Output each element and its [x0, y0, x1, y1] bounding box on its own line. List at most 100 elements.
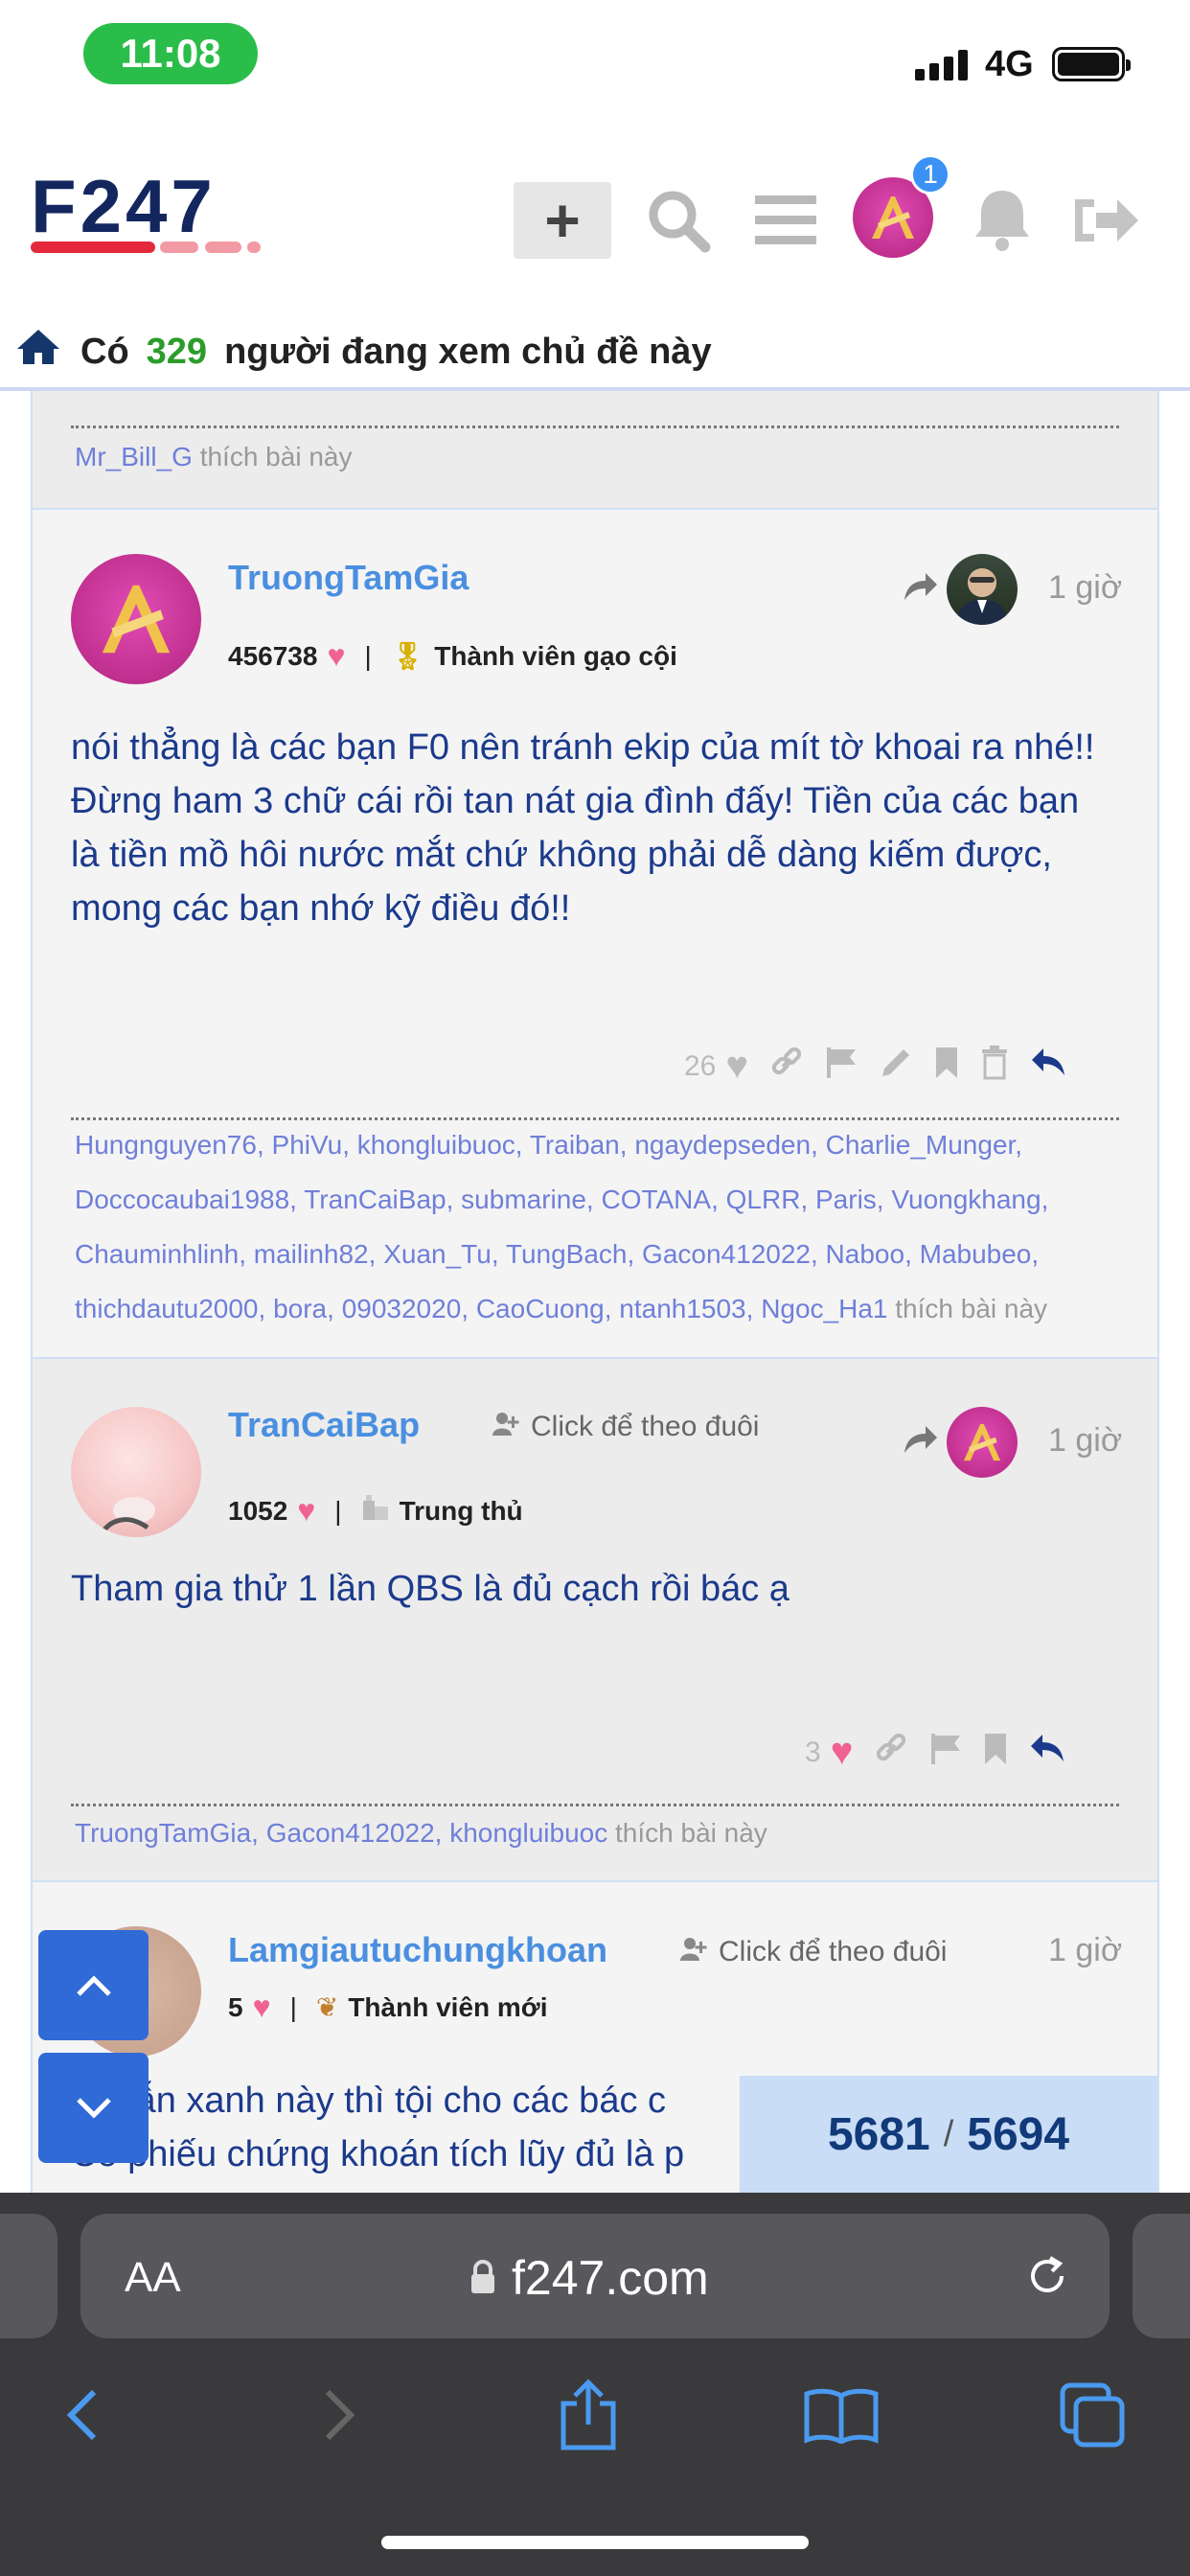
liker-link[interactable]: Ngoc_Ha1	[761, 1294, 887, 1323]
follow-button[interactable]: Click để theo đuôi	[680, 1936, 947, 1968]
counter-separator: /	[943, 2113, 954, 2154]
liker-link[interactable]: Traiban	[530, 1130, 620, 1160]
liker-link[interactable]: Chauminhlinh	[75, 1239, 239, 1269]
bookmark-icon[interactable]	[983, 1732, 1008, 1774]
reply-to-avatar[interactable]	[947, 554, 1018, 625]
liker-link[interactable]: khongluibuoc	[449, 1818, 607, 1848]
post-username[interactable]: TruongTamGia	[228, 558, 469, 598]
follow-button[interactable]: Click để theo đuôi	[492, 1411, 759, 1443]
liker-link[interactable]: khongluibuoc	[357, 1130, 515, 1160]
logout-icon[interactable]	[1067, 182, 1144, 259]
search-icon[interactable]	[640, 182, 717, 259]
post-time[interactable]: 1 giờ	[1048, 1422, 1122, 1460]
post-trancaibap: TranCaiBap Click để theo đuôi 1052 ♥ | T…	[33, 1359, 1157, 1882]
menu-icon[interactable]	[747, 182, 824, 259]
viewers-suffix: người đang xem chủ đề này	[224, 331, 712, 372]
post-prev: Mr_Bill_G thích bài này	[33, 391, 1157, 510]
reply-button[interactable]	[1029, 1733, 1067, 1773]
share-icon[interactable]	[540, 2367, 636, 2463]
liker-link[interactable]: PhiVu	[272, 1130, 343, 1160]
liker-link[interactable]: ngaydepseden	[634, 1130, 811, 1160]
post-stats: 456738 ♥ | 🎖 Thành viên gạo cội	[228, 638, 677, 673]
liker-link[interactable]: Charlie_Munger	[826, 1130, 1016, 1160]
liker-link[interactable]: 09032020	[342, 1294, 462, 1323]
forward-icon[interactable]	[291, 2367, 387, 2463]
post-time[interactable]: 1 giờ	[1048, 569, 1122, 607]
liker-link[interactable]: Mabubeo	[920, 1239, 1032, 1269]
reload-icon[interactable]	[1023, 2252, 1071, 2305]
rank-icon	[361, 1493, 390, 1529]
post-content: nói thẳng là các bạn F0 nên tránh ekip c…	[71, 727, 1095, 929]
heart-icon: ♥	[327, 638, 346, 673]
liker-link[interactable]: ntanh1503	[619, 1294, 745, 1323]
liker-link[interactable]: mailinh82	[254, 1239, 369, 1269]
post-avatar[interactable]	[71, 1407, 201, 1537]
liker-link[interactable]: thichdautu2000	[75, 1294, 259, 1323]
reply-to-icon[interactable]	[901, 1424, 939, 1461]
liker-link[interactable]: Paris	[815, 1184, 877, 1214]
edit-icon[interactable]	[879, 1046, 913, 1088]
battery-icon	[1052, 47, 1131, 81]
liker-link[interactable]: TungBach	[506, 1239, 628, 1269]
viewers-prefix: Có	[80, 331, 129, 372]
liker-link[interactable]: submarine	[461, 1184, 586, 1214]
like-count: 3	[805, 1736, 821, 1768]
liker-link[interactable]: CaoCuong	[476, 1294, 605, 1323]
liker-link[interactable]: Gacon412022	[266, 1818, 435, 1848]
network-label: 4G	[985, 44, 1034, 84]
delete-icon[interactable]	[980, 1045, 1009, 1088]
flag-icon[interactable]	[929, 1732, 962, 1774]
post-avatar[interactable]	[71, 554, 201, 684]
home-icon[interactable]	[15, 328, 61, 376]
liker-link[interactable]: QLRR	[726, 1184, 801, 1214]
reply-to-icon[interactable]	[901, 571, 939, 609]
bookmarks-icon[interactable]	[793, 2367, 889, 2463]
liker-link[interactable]: Naboo	[826, 1239, 905, 1269]
scroll-down-button[interactable]	[38, 2053, 149, 2163]
post-counter[interactable]: 5681 / 5694	[740, 2076, 1157, 2193]
f247-logo[interactable]: F247	[31, 164, 318, 265]
liker-link[interactable]: Vuongkhang	[891, 1184, 1041, 1214]
link-icon[interactable]	[874, 1732, 908, 1774]
like-button[interactable]: ♥	[725, 1045, 748, 1088]
like-button[interactable]: ♥	[831, 1731, 854, 1774]
liker-link[interactable]: Xuan_Tu	[383, 1239, 492, 1269]
liker-link[interactable]: Mr_Bill_G	[75, 442, 193, 472]
liker-link[interactable]: Hungnguyen76	[75, 1130, 257, 1160]
rank-label: Trung thủ	[399, 1495, 523, 1526]
liker-link[interactable]: COTANA	[601, 1184, 711, 1214]
reply-button[interactable]	[1030, 1046, 1068, 1087]
back-icon[interactable]	[34, 2367, 130, 2463]
liker-link[interactable]: bora	[273, 1294, 327, 1323]
post-time[interactable]: 1 giờ	[1048, 1932, 1122, 1969]
new-topic-button[interactable]: +	[514, 182, 611, 259]
liker-link[interactable]: TruongTamGia	[75, 1818, 251, 1848]
liker-link[interactable]: Doccocaubai1988	[75, 1184, 289, 1214]
rank-label: Thành viên mới	[348, 1991, 548, 2022]
prev-tab-preview[interactable]	[0, 2214, 57, 2338]
like-count: 26	[684, 1049, 717, 1082]
topic-stream: Mr_Bill_G thích bài này TruongTamGia 456…	[31, 391, 1159, 2193]
link-icon[interactable]	[769, 1046, 804, 1088]
bookmark-icon[interactable]	[934, 1046, 959, 1088]
liker-link[interactable]: TranCaiBap	[304, 1184, 446, 1214]
post-stats: 5 ♥ | ❦ Thành viên mới	[228, 1990, 548, 2024]
heart-icon: ♥	[252, 1990, 271, 2024]
post-username[interactable]: Lamgiautuchungkhoan	[228, 1930, 607, 1970]
post-username[interactable]: TranCaiBap	[228, 1405, 420, 1445]
scroll-up-button[interactable]	[38, 1930, 149, 2040]
liker-link[interactable]: Gacon412022	[642, 1239, 811, 1269]
heart-icon: ♥	[297, 1493, 316, 1528]
reply-to-avatar[interactable]	[947, 1407, 1018, 1478]
reader-settings-button[interactable]: AA	[125, 2254, 181, 2302]
score-value: 456738	[228, 640, 318, 671]
next-tab-preview[interactable]	[1133, 2214, 1190, 2338]
flag-icon[interactable]	[825, 1046, 858, 1088]
add-user-icon	[492, 1411, 519, 1443]
viewers-banner: Có 329 người đang xem chủ đề này	[0, 316, 1190, 391]
award-icon: 🎖	[390, 641, 425, 671]
url-display[interactable]: f247.com	[469, 2250, 709, 2306]
bell-icon[interactable]	[964, 182, 1041, 259]
tabs-icon[interactable]	[1044, 2367, 1140, 2463]
post-stats: 1052 ♥ | Trung thủ	[228, 1493, 523, 1529]
